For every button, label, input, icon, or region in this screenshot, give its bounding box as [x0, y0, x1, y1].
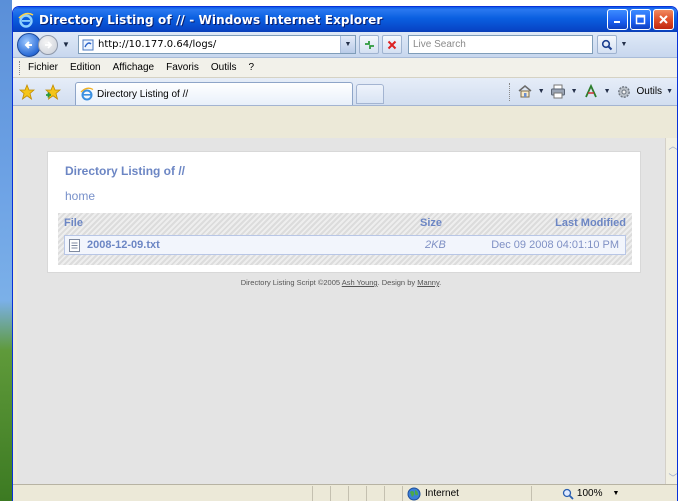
address-toolbar: ▼ http://10.177.0.64/logs/ ▼ Live Search… — [13, 32, 677, 58]
credit-middle: . Design by — [377, 278, 418, 287]
page-content: Directory Listing of // home File Size L… — [17, 138, 665, 484]
ie-logo-icon — [18, 12, 34, 28]
back-arrow-icon — [24, 40, 32, 49]
maximize-icon — [635, 14, 646, 25]
zoom-level: 100% — [576, 488, 603, 499]
menu-bar: Fichier Edition Affichage Favoris Outils… — [13, 58, 677, 78]
home-dropdown[interactable]: ▼ — [538, 88, 545, 95]
tools-dropdown[interactable]: ▼ — [666, 88, 673, 95]
close-button[interactable] — [653, 9, 674, 30]
scroll-down-arrow-icon[interactable]: ﹀ — [666, 470, 677, 484]
search-options-dropdown[interactable]: ▼ — [619, 41, 629, 48]
scroll-up-arrow-icon[interactable]: ︿ — [666, 138, 677, 152]
column-header-size[interactable]: Size — [420, 217, 442, 229]
column-header-last-modified[interactable]: Last Modified — [555, 217, 626, 229]
page-menu-button[interactable] — [582, 83, 600, 101]
status-text-cell — [13, 485, 313, 501]
menu-affichage[interactable]: Affichage — [113, 62, 155, 73]
add-favorite-icon[interactable] — [45, 83, 61, 100]
recent-pages-dropdown[interactable]: ▼ — [60, 40, 72, 49]
designer-link[interactable]: Manny — [417, 278, 439, 287]
new-tab-button[interactable] — [356, 83, 384, 104]
credit-line: Directory Listing Script ©2005 Ash Young… — [17, 278, 665, 287]
gear-icon — [617, 85, 630, 98]
close-icon — [659, 15, 668, 24]
page-dropdown[interactable]: ▼ — [604, 88, 611, 95]
search-input[interactable]: Live Search — [408, 35, 593, 54]
home-icon — [518, 85, 532, 98]
address-field[interactable]: http://10.177.0.64/logs/ ▼ — [78, 35, 356, 54]
page-title: Directory Listing of // — [65, 164, 186, 178]
tools-label[interactable]: Outils — [637, 86, 663, 97]
status-cell — [385, 485, 403, 501]
page-icon — [82, 39, 94, 50]
zoom-control[interactable]: 100% ▼ — [562, 488, 620, 500]
tab-label: Directory Listing of // — [97, 88, 189, 100]
command-bar-grip — [508, 82, 512, 101]
stop-button[interactable] — [382, 35, 402, 54]
home-link[interactable]: home — [65, 189, 95, 203]
menu-grip — [19, 60, 22, 75]
credit-suffix: . — [439, 278, 442, 287]
vertical-scrollbar[interactable]: ︿ ﹀ — [665, 138, 677, 484]
ie-page-icon — [80, 87, 94, 101]
security-zone[interactable]: Internet — [407, 487, 459, 501]
menu-fichier[interactable]: Fichier — [28, 62, 58, 73]
forward-button[interactable] — [38, 34, 58, 55]
directory-panel: Directory Listing of // home File Size L… — [47, 151, 641, 273]
window-controls — [607, 9, 677, 30]
credit-prefix: Directory Listing Script ©2005 — [240, 278, 342, 287]
file-size: 2KB — [425, 239, 446, 251]
print-button[interactable] — [549, 83, 567, 101]
status-bar: Internet 100% ▼ — [13, 484, 677, 501]
page-menu-icon — [584, 84, 597, 98]
search-icon — [601, 39, 613, 50]
minimize-icon — [614, 21, 620, 23]
status-cell — [367, 485, 385, 501]
zone-label: Internet — [425, 488, 459, 499]
window-title: Directory Listing of // - Windows Intern… — [39, 12, 383, 27]
maximize-button[interactable] — [630, 9, 651, 30]
status-cell — [313, 485, 331, 501]
file-name-link[interactable]: 2008-12-09.txt — [87, 239, 160, 251]
file-last-modified: Dec 09 2008 04:01:10 PM — [491, 239, 619, 251]
menu-favoris[interactable]: Favoris — [166, 62, 199, 73]
zoom-icon — [562, 488, 574, 500]
ie-window: Directory Listing of // - Windows Intern… — [12, 6, 678, 501]
search-placeholder: Live Search — [413, 39, 466, 50]
status-cell — [349, 485, 367, 501]
desktop-background — [0, 0, 12, 501]
file-row[interactable]: 2008-12-09.txt 2KB Dec 09 2008 04:01:10 … — [64, 235, 626, 255]
search-button[interactable] — [597, 35, 617, 54]
address-url: http://10.177.0.64/logs/ — [98, 39, 217, 50]
favorites-star-icon[interactable] — [19, 83, 35, 100]
tab-bar: Directory Listing of // ▼ ▼ ▼ Outils ▼ — [13, 78, 677, 106]
menu-edition[interactable]: Edition — [70, 62, 101, 73]
command-bar: ▼ ▼ ▼ Outils ▼ — [508, 82, 677, 101]
print-dropdown[interactable]: ▼ — [571, 88, 578, 95]
author-link[interactable]: Ash Young — [342, 278, 378, 287]
menu-outils[interactable]: Outils — [211, 62, 237, 73]
zoom-dropdown[interactable]: ▼ — [613, 490, 620, 497]
minimize-button[interactable] — [607, 9, 628, 30]
refresh-button[interactable] — [359, 35, 379, 54]
forward-arrow-icon — [45, 40, 53, 49]
home-button[interactable] — [516, 83, 534, 101]
status-divider — [530, 485, 532, 501]
menu-help[interactable]: ? — [248, 62, 254, 73]
tools-button[interactable] — [615, 83, 633, 101]
text-file-icon — [69, 238, 80, 252]
status-cell — [331, 485, 349, 501]
tab-directory-listing[interactable]: Directory Listing of // — [75, 82, 353, 105]
file-listing: File Size Last Modified 2008-12-09.txt 2… — [58, 213, 632, 265]
address-dropdown[interactable]: ▼ — [340, 36, 355, 53]
stop-icon — [387, 40, 397, 49]
title-bar[interactable]: Directory Listing of // - Windows Intern… — [13, 7, 677, 32]
column-header-file[interactable]: File — [64, 217, 83, 229]
refresh-icon — [364, 40, 374, 49]
globe-icon — [407, 487, 421, 500]
print-icon — [550, 84, 565, 99]
